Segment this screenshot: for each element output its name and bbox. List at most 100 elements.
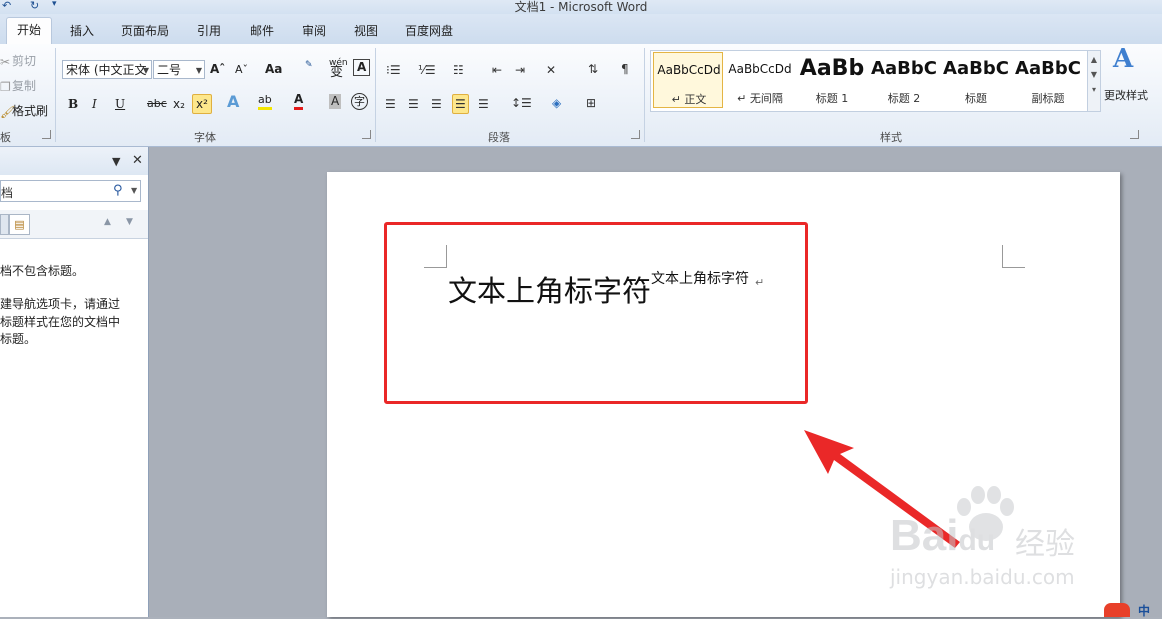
tab-mailings[interactable]: 邮件	[250, 22, 274, 39]
font-launcher-icon[interactable]	[362, 130, 371, 139]
style-heading-1[interactable]: AaBb 标题 1	[797, 52, 867, 108]
navigation-search-input[interactable]: 档 ⚲ ▼	[0, 180, 141, 202]
decrease-indent-icon[interactable]: ⇤	[492, 61, 502, 79]
group-divider	[644, 48, 645, 142]
bullets-icon[interactable]: ⁝☰	[386, 61, 401, 79]
line-spacing-icon[interactable]: ↕☰	[511, 94, 532, 112]
style-preview: AaBbC	[1015, 58, 1081, 79]
document-text[interactable]: 文本上角标字符	[448, 268, 651, 310]
baidu-watermark: Baidu 经验 jingyan.baidu.com	[890, 485, 1120, 595]
superscript-text[interactable]: 文本上角标字符	[651, 268, 749, 288]
strikethrough-button[interactable]: abc	[147, 95, 167, 113]
align-right-icon[interactable]: ☰	[431, 95, 442, 113]
ime-indicator[interactable]: 中	[1104, 601, 1162, 618]
style-name: 副标题	[1031, 92, 1065, 105]
watermark-brand-part: du	[958, 524, 996, 557]
align-left-icon[interactable]: ☰	[385, 95, 396, 113]
font-size-value: 二号	[157, 63, 182, 77]
gallery-scrollbar[interactable]: ▲ ▼ ▾	[1087, 50, 1101, 112]
styles-group-label: 样式	[880, 131, 902, 144]
window-title: 文档1 - Microsoft Word	[514, 0, 648, 14]
text-effects-icon[interactable]: A	[227, 93, 239, 111]
grow-font-button[interactable]: Aˆ	[210, 60, 225, 78]
increase-indent-icon[interactable]: ⇥	[515, 61, 525, 79]
styles-launcher-icon[interactable]	[1130, 130, 1139, 139]
margin-corner-mark	[1002, 245, 1025, 268]
previous-heading-icon[interactable]: ▲	[104, 217, 111, 227]
navigation-pane-header: ▼ ✕	[0, 147, 148, 175]
tab-references[interactable]: 引用	[197, 22, 221, 39]
distributed-icon[interactable]: ☰	[478, 95, 489, 113]
tab-insert[interactable]: 插入	[70, 22, 94, 39]
style-preview: AaBbC	[943, 58, 1009, 79]
tab-page-layout[interactable]: 页面布局	[121, 22, 169, 39]
style-preview: AaBbCcDd	[657, 63, 721, 77]
scroll-down-icon[interactable]: ▼	[1088, 70, 1100, 79]
tab-baidu-netdisk[interactable]: 百度网盘	[405, 22, 453, 39]
copy-button[interactable]: 复制	[12, 77, 36, 95]
font-color-button[interactable]: A	[294, 92, 304, 110]
style-title[interactable]: AaBbC 标题	[941, 52, 1011, 108]
format-painter-button[interactable]: 格式刷	[12, 102, 48, 120]
style-normal[interactable]: AaBbCcDd ↵ 正文	[653, 52, 723, 108]
bold-button[interactable]: B	[68, 95, 78, 113]
highlight-button[interactable]: ab	[258, 93, 272, 110]
justify-icon[interactable]: ☰	[452, 94, 469, 114]
more-icon[interactable]: ▾	[1088, 85, 1100, 94]
tab-pages-icon[interactable]: ▤	[9, 214, 30, 235]
change-styles-button[interactable]: 更改样式	[1104, 87, 1148, 105]
shading-icon[interactable]: ◈	[552, 94, 561, 112]
align-center-icon[interactable]: ☰	[408, 95, 419, 113]
styles-gallery: AaBbCcDd ↵ 正文 AaBbCcDd ↵ 无间隔 AaBb 标题 1 A…	[650, 50, 1088, 112]
tab-home[interactable]: 开始	[6, 17, 53, 44]
clipboard-launcher-icon[interactable]	[42, 130, 51, 139]
shrink-font-button[interactable]: Aˇ	[235, 61, 248, 79]
paragraph-mark-icon: ↵	[755, 276, 765, 289]
character-border-button[interactable]: A	[353, 59, 371, 76]
ribbon-tabs: 开始 插入 页面布局 引用 邮件 审阅 视图 百度网盘	[0, 14, 1162, 44]
enclose-characters-button[interactable]: 字	[351, 93, 368, 110]
change-case-button[interactable]: Aa	[265, 60, 282, 78]
style-heading-2[interactable]: AaBbC 标题 2	[869, 52, 939, 108]
borders-icon[interactable]: ⊞	[586, 94, 596, 112]
style-preview: AaBbCcDd	[728, 62, 792, 76]
chevron-down-icon[interactable]: ▼	[131, 186, 137, 195]
search-input-text: 档	[1, 186, 14, 200]
pane-options-icon[interactable]: ▼	[112, 155, 120, 168]
underline-button[interactable]: U	[115, 95, 125, 113]
style-name: ↵ 无间隔	[737, 92, 783, 105]
character-shading-button[interactable]: A	[329, 94, 342, 109]
multilevel-list-icon[interactable]: ☷	[453, 61, 464, 79]
clear-format-button[interactable]: ✎	[305, 56, 313, 74]
clipboard-group-label: 板	[0, 131, 11, 144]
italic-button[interactable]: I	[92, 95, 97, 113]
numbering-icon[interactable]: ⅟☰	[418, 61, 436, 79]
tab-view[interactable]: 视图	[354, 22, 378, 39]
close-icon[interactable]: ✕	[132, 153, 143, 168]
sort-icon[interactable]: ⇅	[588, 60, 598, 78]
style-no-spacing[interactable]: AaBbCcDd ↵ 无间隔	[725, 52, 795, 108]
search-icon[interactable]: ⚲	[113, 183, 123, 198]
group-divider	[375, 48, 376, 142]
show-marks-icon[interactable]: ¶	[621, 60, 629, 78]
next-heading-icon[interactable]: ▼	[126, 217, 133, 227]
font-size-combo[interactable]: 二号 ▼	[153, 60, 205, 79]
ime-mode-label: 中	[1138, 604, 1151, 618]
style-subtitle[interactable]: AaBbC 副标题	[1013, 52, 1083, 108]
tab-headings[interactable]	[0, 214, 9, 235]
change-styles-icon[interactable]: A	[1113, 46, 1133, 72]
ime-logo-icon	[1104, 603, 1130, 617]
nav-message-line: 标题。	[0, 332, 37, 346]
phonetic-guide-char: 变	[330, 65, 344, 80]
cut-icon: ✂	[0, 55, 11, 69]
watermark-url: jingyan.baidu.com	[890, 565, 1075, 589]
tab-review[interactable]: 审阅	[302, 22, 326, 39]
superscript-button[interactable]: x²	[192, 94, 212, 114]
scroll-up-icon[interactable]: ▲	[1088, 55, 1100, 64]
chinese-layout-icon[interactable]: ✕	[546, 61, 556, 79]
font-name-combo[interactable]: 宋体 (中文正文 ▼	[62, 60, 152, 79]
cut-button[interactable]: 剪切	[12, 52, 36, 70]
paragraph-launcher-icon[interactable]	[631, 130, 640, 139]
chevron-down-icon: ▼	[195, 66, 202, 75]
subscript-button[interactable]: x₂	[173, 95, 185, 113]
